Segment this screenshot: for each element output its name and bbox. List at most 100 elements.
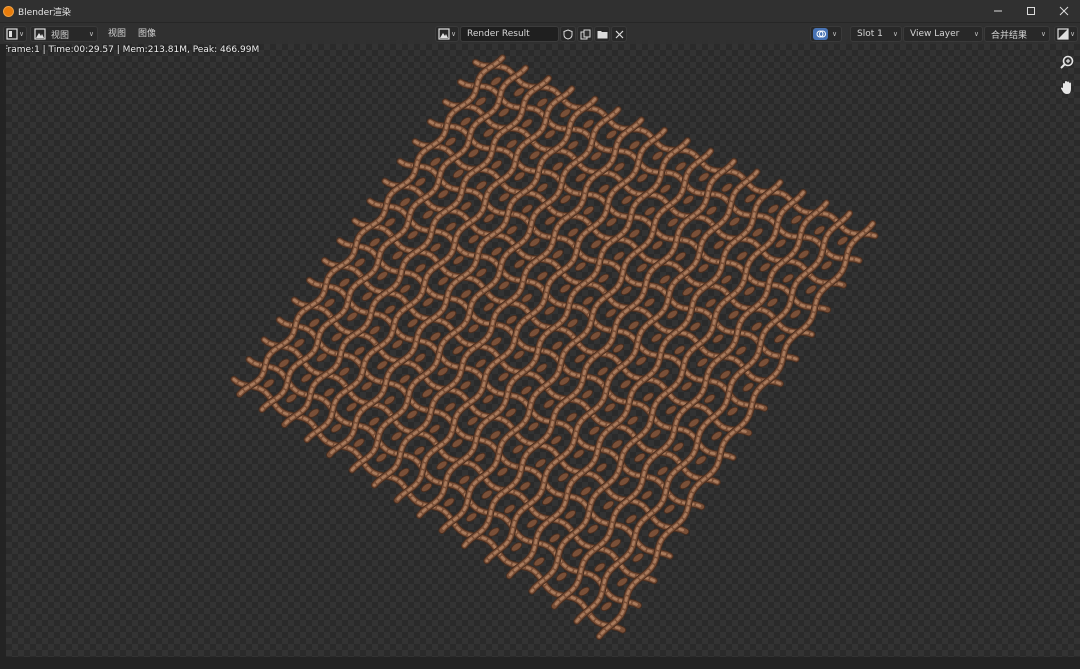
rope-knot <box>414 263 427 274</box>
window-title: Blender渲染 <box>18 7 71 18</box>
rope-knot <box>503 504 516 514</box>
title-bar: Blender渲染 <box>0 0 1080 22</box>
rope-knot <box>535 363 548 373</box>
rope-knot <box>602 500 615 511</box>
rope-knot <box>618 476 630 487</box>
chevron-down-icon: ∨ <box>1070 30 1076 38</box>
rope-knot <box>459 380 472 391</box>
rope-knot <box>368 416 380 427</box>
rope-knot <box>534 458 547 469</box>
minimize-icon[interactable] <box>981 0 1014 22</box>
fake-user-button[interactable] <box>560 26 576 42</box>
pan-hand-icon[interactable] <box>1056 76 1078 98</box>
close-icon <box>615 30 623 38</box>
rope-knot <box>391 431 403 442</box>
view-layer-dropdown[interactable]: View Layer ∨ <box>903 26 983 42</box>
rope-knot <box>323 387 335 398</box>
rope-knot <box>541 495 554 506</box>
blender-logo-icon <box>3 5 14 17</box>
rope-knot <box>428 424 441 434</box>
chevron-down-icon: ∨ <box>88 30 94 38</box>
rope-knot <box>443 497 455 508</box>
rope-knot <box>533 556 545 567</box>
rope-knot <box>600 601 613 612</box>
rope-knot <box>353 438 365 448</box>
rope-knot <box>437 276 449 286</box>
image-name-field[interactable]: Render Result <box>460 26 559 42</box>
viewport-left-border <box>0 44 6 669</box>
rope-knot <box>634 452 646 463</box>
rope-knot <box>391 339 404 349</box>
rope-knot <box>475 358 487 369</box>
rope-knot <box>436 460 448 471</box>
menu-view[interactable]: 视图 <box>108 26 126 42</box>
slot-dropdown[interactable]: Slot 1 ∨ <box>850 26 902 42</box>
rope-knot <box>658 368 670 379</box>
rope-knot <box>611 439 623 450</box>
image-editor-icon <box>6 28 18 40</box>
rope-knot <box>519 481 531 491</box>
rope-knot <box>648 528 660 539</box>
rope-knot <box>278 358 290 369</box>
zoom-icon[interactable] <box>1056 51 1078 73</box>
render-stats: Frame:1 | Time:00:29.57 | Mem:213.81M, P… <box>3 45 260 55</box>
rope-knot <box>649 428 662 439</box>
rope-knot <box>406 409 418 420</box>
rope-knot <box>543 398 555 409</box>
view-mode-label: 视图 <box>51 30 70 41</box>
rope-knot <box>346 311 358 322</box>
maximize-icon[interactable] <box>1014 0 1047 22</box>
rope-knot <box>482 394 494 404</box>
image-browse-button[interactable]: ∨ <box>435 26 459 42</box>
rope-knot <box>616 577 629 587</box>
rope-knot <box>338 277 351 288</box>
rope-knot <box>376 360 388 370</box>
display-channels-dropdown[interactable]: ∨ <box>1054 26 1078 42</box>
rope-knot <box>679 479 692 490</box>
rope-knot <box>398 467 410 478</box>
rope-knot <box>323 298 336 308</box>
rope-knot <box>510 542 523 552</box>
rope-knot <box>345 402 358 412</box>
rope-knot <box>474 452 486 463</box>
rope-knot <box>496 466 509 477</box>
window-controls <box>981 0 1080 22</box>
rope-knot <box>338 366 351 377</box>
close-icon[interactable] <box>1047 0 1080 22</box>
render-pass-dropdown[interactable]: 合并结果 ∨ <box>984 26 1050 42</box>
rope-knot <box>437 366 449 377</box>
rope-knot <box>375 452 388 463</box>
rope-knot <box>429 331 442 342</box>
display-channels-icon <box>1057 28 1069 40</box>
duplicate-icon <box>580 29 590 39</box>
rope-knot <box>369 325 381 336</box>
unlink-image-button[interactable] <box>611 26 627 42</box>
rope-knot <box>604 402 616 413</box>
editor-type-button[interactable]: ∨ <box>3 26 27 42</box>
rope-knot <box>353 346 366 356</box>
rope-knot <box>688 418 700 428</box>
menu-image[interactable]: 图像 <box>138 26 156 42</box>
chevron-down-icon: ∨ <box>19 30 25 38</box>
rope-knot <box>578 586 590 597</box>
view-mode-icon <box>34 28 46 40</box>
rope-knot <box>550 435 562 446</box>
rope-knot <box>594 562 606 573</box>
rope-knot <box>420 482 433 493</box>
overlay-dropdown[interactable]: ∨ <box>810 26 842 42</box>
rendered-rope-net <box>230 54 879 640</box>
chevron-down-icon: ∨ <box>832 30 838 38</box>
open-image-button[interactable] <box>594 26 610 42</box>
rope-knot <box>695 455 707 466</box>
chevron-down-icon: ∨ <box>892 30 898 38</box>
duplicate-button[interactable] <box>577 26 593 42</box>
render-pass-label: 合并结果 <box>991 30 1028 41</box>
render-viewport[interactable]: Frame:1 | Time:00:29.57 | Mem:213.81M, P… <box>0 44 1080 669</box>
rope-knot <box>625 514 637 525</box>
image-editor-header: ∨ 视图 ∨ 视图 图像 ∨ Render Result ∨ Slot 1 ∨ … <box>0 22 1080 45</box>
rope-knot <box>642 392 655 402</box>
rope-knot <box>489 430 502 440</box>
rope-knot <box>581 389 593 400</box>
image-name: Render Result <box>467 29 530 39</box>
view-mode-dropdown[interactable]: 视图 ∨ <box>30 26 98 42</box>
